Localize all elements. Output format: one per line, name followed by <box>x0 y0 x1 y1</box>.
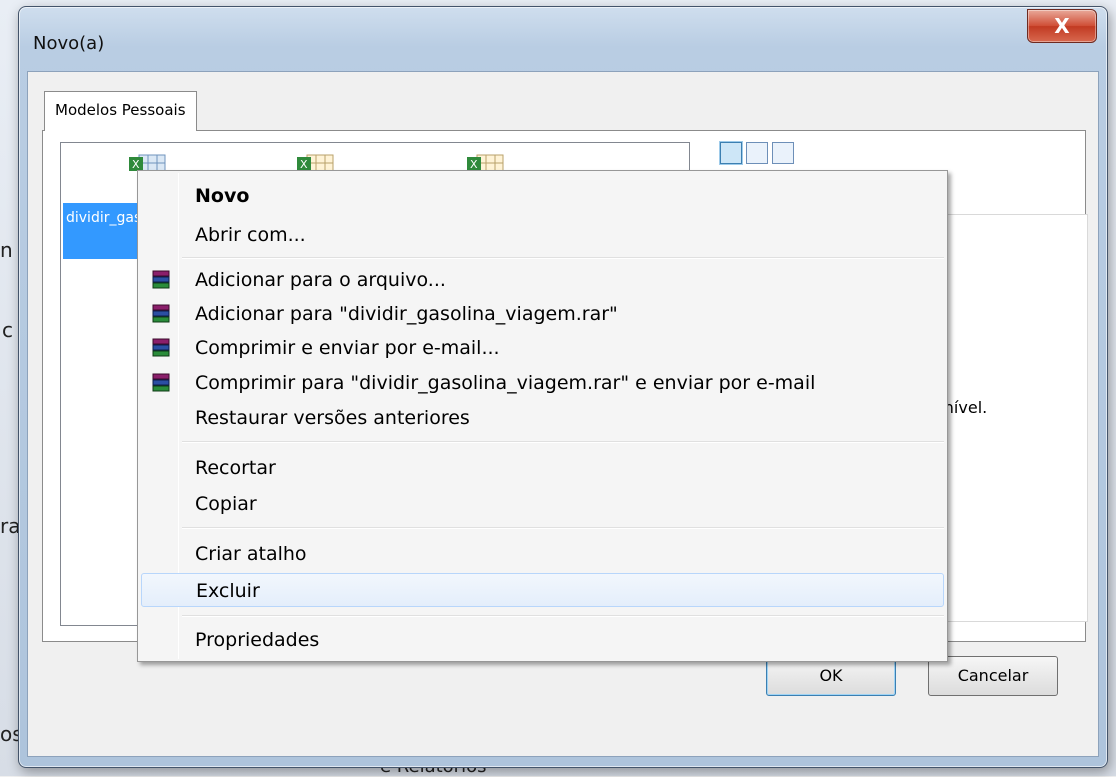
cancel-button[interactable]: Cancelar <box>928 656 1058 696</box>
details-view-button[interactable] <box>772 142 794 164</box>
tab-modelos-pessoais[interactable]: Modelos Pessoais <box>44 91 197 131</box>
menu-separator <box>182 615 944 617</box>
menu-item-recortar[interactable]: Recortar <box>141 451 944 485</box>
menu-item-label: Propriedades <box>195 629 320 651</box>
large-icons-view-button[interactable] <box>720 142 742 164</box>
menu-item-label: Comprimir e enviar por e-mail... <box>195 337 500 359</box>
bg-text-fragment: c <box>2 318 13 342</box>
menu-item-label: Copiar <box>195 493 257 515</box>
menu-separator <box>182 441 944 443</box>
dialog-title: Novo(a) <box>33 33 105 54</box>
menu-separator <box>182 527 944 529</box>
winrar-icon <box>152 373 170 392</box>
menu-item-label: Adicionar para "dividir_gasolina_viagem.… <box>195 303 618 325</box>
menu-item-excluir[interactable]: Excluir <box>141 573 944 607</box>
menu-item-novo[interactable]: Novo <box>141 179 944 213</box>
winrar-icon <box>152 304 170 323</box>
list-view-button[interactable] <box>746 142 768 164</box>
menu-item-adicionar-arquivo[interactable]: Adicionar para o arquivo... <box>141 263 944 297</box>
menu-item-criar-atalho[interactable]: Criar atalho <box>141 537 944 571</box>
menu-separator <box>182 257 944 259</box>
bg-text-fragment: n <box>0 238 13 262</box>
winrar-icon <box>152 270 170 289</box>
ok-button[interactable]: OK <box>766 656 896 696</box>
menu-item-comprimir-rar-email[interactable]: Comprimir para "dividir_gasolina_viagem.… <box>141 366 944 400</box>
menu-item-abrir-com[interactable]: Abrir com... <box>141 218 944 252</box>
close-button[interactable]: X <box>1027 9 1097 43</box>
menu-item-copiar[interactable]: Copiar <box>141 487 944 521</box>
menu-item-label: Novo <box>195 185 250 207</box>
winrar-icon <box>152 338 170 357</box>
menu-item-propriedades[interactable]: Propriedades <box>141 623 944 657</box>
menu-item-label: Restaurar versões anteriores <box>195 407 470 429</box>
menu-item-adicionar-rar[interactable]: Adicionar para "dividir_gasolina_viagem.… <box>141 297 944 331</box>
menu-item-label: Comprimir para "dividir_gasolina_viagem.… <box>195 372 816 394</box>
menu-item-label: Recortar <box>195 457 276 479</box>
close-icon: X <box>1054 14 1070 38</box>
menu-item-comprimir-email[interactable]: Comprimir e enviar por e-mail... <box>141 331 944 365</box>
menu-item-label: Criar atalho <box>195 543 307 565</box>
menu-item-restaurar-versoes[interactable]: Restaurar versões anteriores <box>141 401 944 435</box>
menu-item-label: Adicionar para o arquivo... <box>195 269 446 291</box>
menu-item-label: Excluir <box>196 580 260 602</box>
context-menu: Novo Abrir com... Adicionar para o arqui… <box>137 170 948 662</box>
menu-item-label: Abrir com... <box>195 224 306 246</box>
